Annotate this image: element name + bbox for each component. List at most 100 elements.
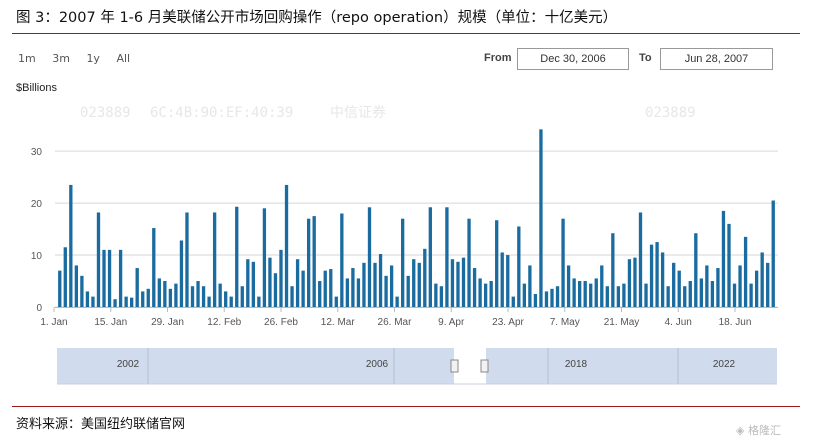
bar [594,278,598,307]
bar [688,281,692,307]
bar [705,265,709,307]
bar [445,207,449,307]
bar [378,254,383,307]
bar [152,228,156,307]
bar [362,262,366,307]
bar [218,283,222,307]
bar [683,286,687,307]
bar [672,262,676,307]
bar [467,218,471,307]
bar [207,296,211,307]
bar [63,247,67,307]
bar [279,249,283,307]
bar [533,294,538,307]
y-tick-label: 0 [36,303,42,314]
bar [577,281,582,307]
bar [694,233,698,307]
bar [439,286,444,307]
bar [113,299,117,307]
bar [80,275,84,307]
bar [699,278,703,307]
bar [412,259,416,307]
x-tick-label: 23. Apr [492,317,524,328]
bar [91,296,95,307]
bar [616,286,621,307]
bar [340,213,344,307]
bar [456,261,460,307]
bar [522,283,527,307]
bottom-rule [12,406,800,407]
bar [163,281,167,307]
y-axis-label: $Billions [16,82,57,94]
bar [450,259,455,307]
bar [257,296,261,307]
bar [550,288,554,307]
bar [528,265,532,307]
bar [649,244,654,307]
bar [246,259,250,307]
bar [146,288,150,307]
source-note: 资料来源：美国纽约联储官网 [16,417,186,432]
bar [96,212,101,307]
bar [417,262,421,307]
bar [600,265,604,307]
bar [754,270,759,307]
bar [74,265,79,307]
bar [135,268,139,307]
x-tick-label: 4. Jun [665,317,692,328]
bar [235,206,239,307]
navigator-label: 2006 [366,359,389,370]
bar [511,296,515,307]
bar [251,261,256,307]
bar [373,262,377,307]
bar [566,265,571,307]
bar [130,297,134,307]
x-tick-label: 29. Jan [151,317,184,328]
bar [229,296,233,307]
bar [174,283,178,307]
y-tick-label: 10 [31,251,43,262]
navigator-handle[interactable] [480,359,489,373]
navigator-handle[interactable] [450,359,459,373]
bar [583,281,587,307]
bar [367,207,372,307]
bar [716,268,720,307]
navigator-label: 2022 [713,359,736,370]
bar [660,252,665,307]
bar [351,268,355,307]
bar [572,278,576,307]
navigator-label: 2002 [117,359,140,370]
bar [749,283,753,307]
bar [389,265,394,307]
bar [118,249,123,307]
bar [561,218,565,307]
bar [201,286,206,307]
bar [611,233,615,307]
bar [605,286,609,307]
bar [655,242,659,307]
y-tick-label: 30 [31,147,43,158]
bar [124,296,128,307]
bar [710,281,715,307]
bar [461,257,466,307]
bar [85,291,90,307]
bar [262,208,267,307]
bar [434,283,438,307]
bar [622,283,626,307]
bar [290,286,294,307]
bar [273,273,278,307]
bar [539,129,543,307]
watermark-text: 6C:4B:90:EF:40:39 [150,105,293,121]
x-tick-label: 21. May [604,317,640,328]
bar [356,278,361,307]
bar [190,286,195,307]
bar [268,257,272,307]
bar [423,248,427,307]
x-tick-label: 12. Mar [321,317,356,328]
bar [555,286,560,307]
bar [666,286,670,307]
x-tick-label: 12. Feb [207,317,241,328]
bar [428,207,432,307]
bar [406,275,410,307]
bar [766,262,770,307]
